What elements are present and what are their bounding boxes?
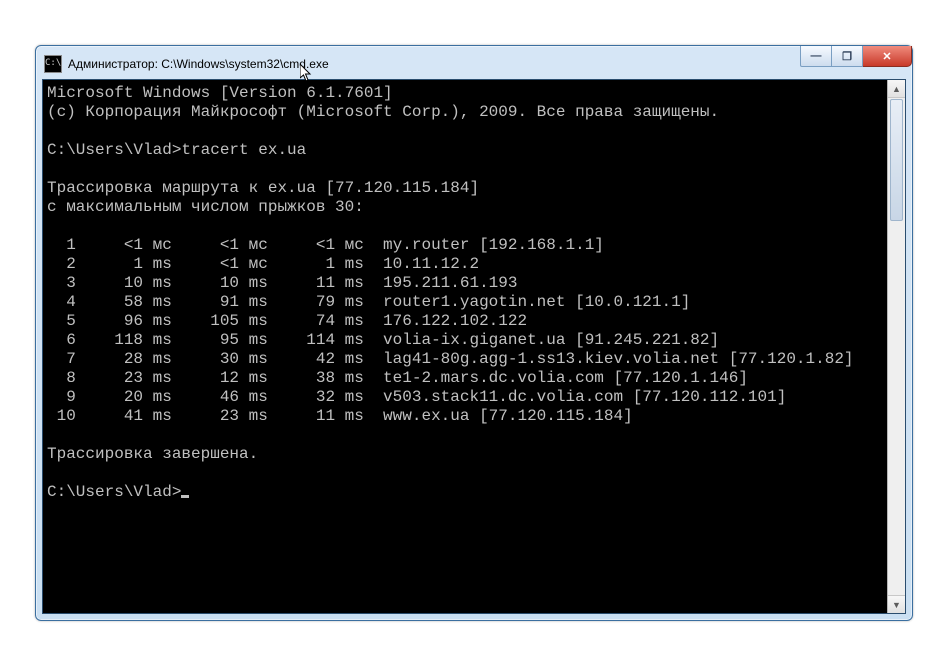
console-line [47, 160, 885, 179]
console-line: 6 118 ms 95 ms 114 ms volia-ix.giganet.u… [47, 331, 885, 350]
chevron-down-icon: ▼ [892, 600, 901, 610]
vertical-scrollbar[interactable]: ▲ ▼ [887, 80, 905, 613]
console-line: 7 28 ms 30 ms 42 ms lag41-80g.agg-1.ss13… [47, 350, 885, 369]
scroll-up-button[interactable]: ▲ [888, 80, 905, 98]
console-line: 2 1 ms <1 мс 1 ms 10.11.12.2 [47, 255, 885, 274]
console-line: Microsoft Windows [Version 6.1.7601] [47, 84, 885, 103]
console-line: 9 20 ms 46 ms 32 ms v503.stack11.dc.voli… [47, 388, 885, 407]
console-line: Трассировка завершена. [47, 445, 885, 464]
text-cursor [181, 495, 189, 498]
console-line: (c) Корпорация Майкрософт (Microsoft Cor… [47, 103, 885, 122]
console-line: 4 58 ms 91 ms 79 ms router1.yagotin.net … [47, 293, 885, 312]
minimize-button[interactable]: — [800, 46, 832, 67]
console-line: 10 41 ms 23 ms 11 ms www.ex.ua [77.120.1… [47, 407, 885, 426]
scroll-thumb[interactable] [890, 99, 903, 221]
console-line [47, 217, 885, 236]
prompt-text: C:\Users\Vlad> [47, 483, 181, 501]
window-controls: — ❐ ✕ [800, 46, 912, 67]
console-line: 1 <1 мс <1 мс <1 мс my.router [192.168.1… [47, 236, 885, 255]
close-button[interactable]: ✕ [863, 46, 912, 67]
cmd-icon: C:\ [44, 55, 62, 73]
console-line: 5 96 ms 105 ms 74 ms 176.122.102.122 [47, 312, 885, 331]
console-line: 8 23 ms 12 ms 38 ms te1-2.mars.dc.volia.… [47, 369, 885, 388]
window-title: Администратор: C:\Windows\system32\cmd.e… [68, 57, 904, 71]
console-line [47, 122, 885, 141]
console-line: Трассировка маршрута к ex.ua [77.120.115… [47, 179, 885, 198]
maximize-button[interactable]: ❐ [832, 46, 863, 67]
titlebar[interactable]: C:\ Администратор: C:\Windows\system32\c… [42, 52, 906, 79]
console-line: C:\Users\Vlad>tracert ex.ua [47, 141, 885, 160]
minimize-icon: — [811, 50, 822, 62]
scroll-down-button[interactable]: ▼ [888, 595, 905, 613]
console-line [47, 426, 885, 445]
console-line: 3 10 ms 10 ms 11 ms 195.211.61.193 [47, 274, 885, 293]
console-output[interactable]: Microsoft Windows [Version 6.1.7601](c) … [43, 80, 887, 613]
console-line [47, 464, 885, 483]
cmd-window: C:\ Администратор: C:\Windows\system32\c… [35, 45, 913, 621]
client-area: Microsoft Windows [Version 6.1.7601](c) … [42, 79, 906, 614]
console-line: с максимальным числом прыжков 30: [47, 198, 885, 217]
prompt-line[interactable]: C:\Users\Vlad> [47, 483, 885, 502]
close-icon: ✕ [882, 50, 891, 63]
chevron-up-icon: ▲ [892, 84, 901, 94]
maximize-icon: ❐ [842, 50, 852, 63]
